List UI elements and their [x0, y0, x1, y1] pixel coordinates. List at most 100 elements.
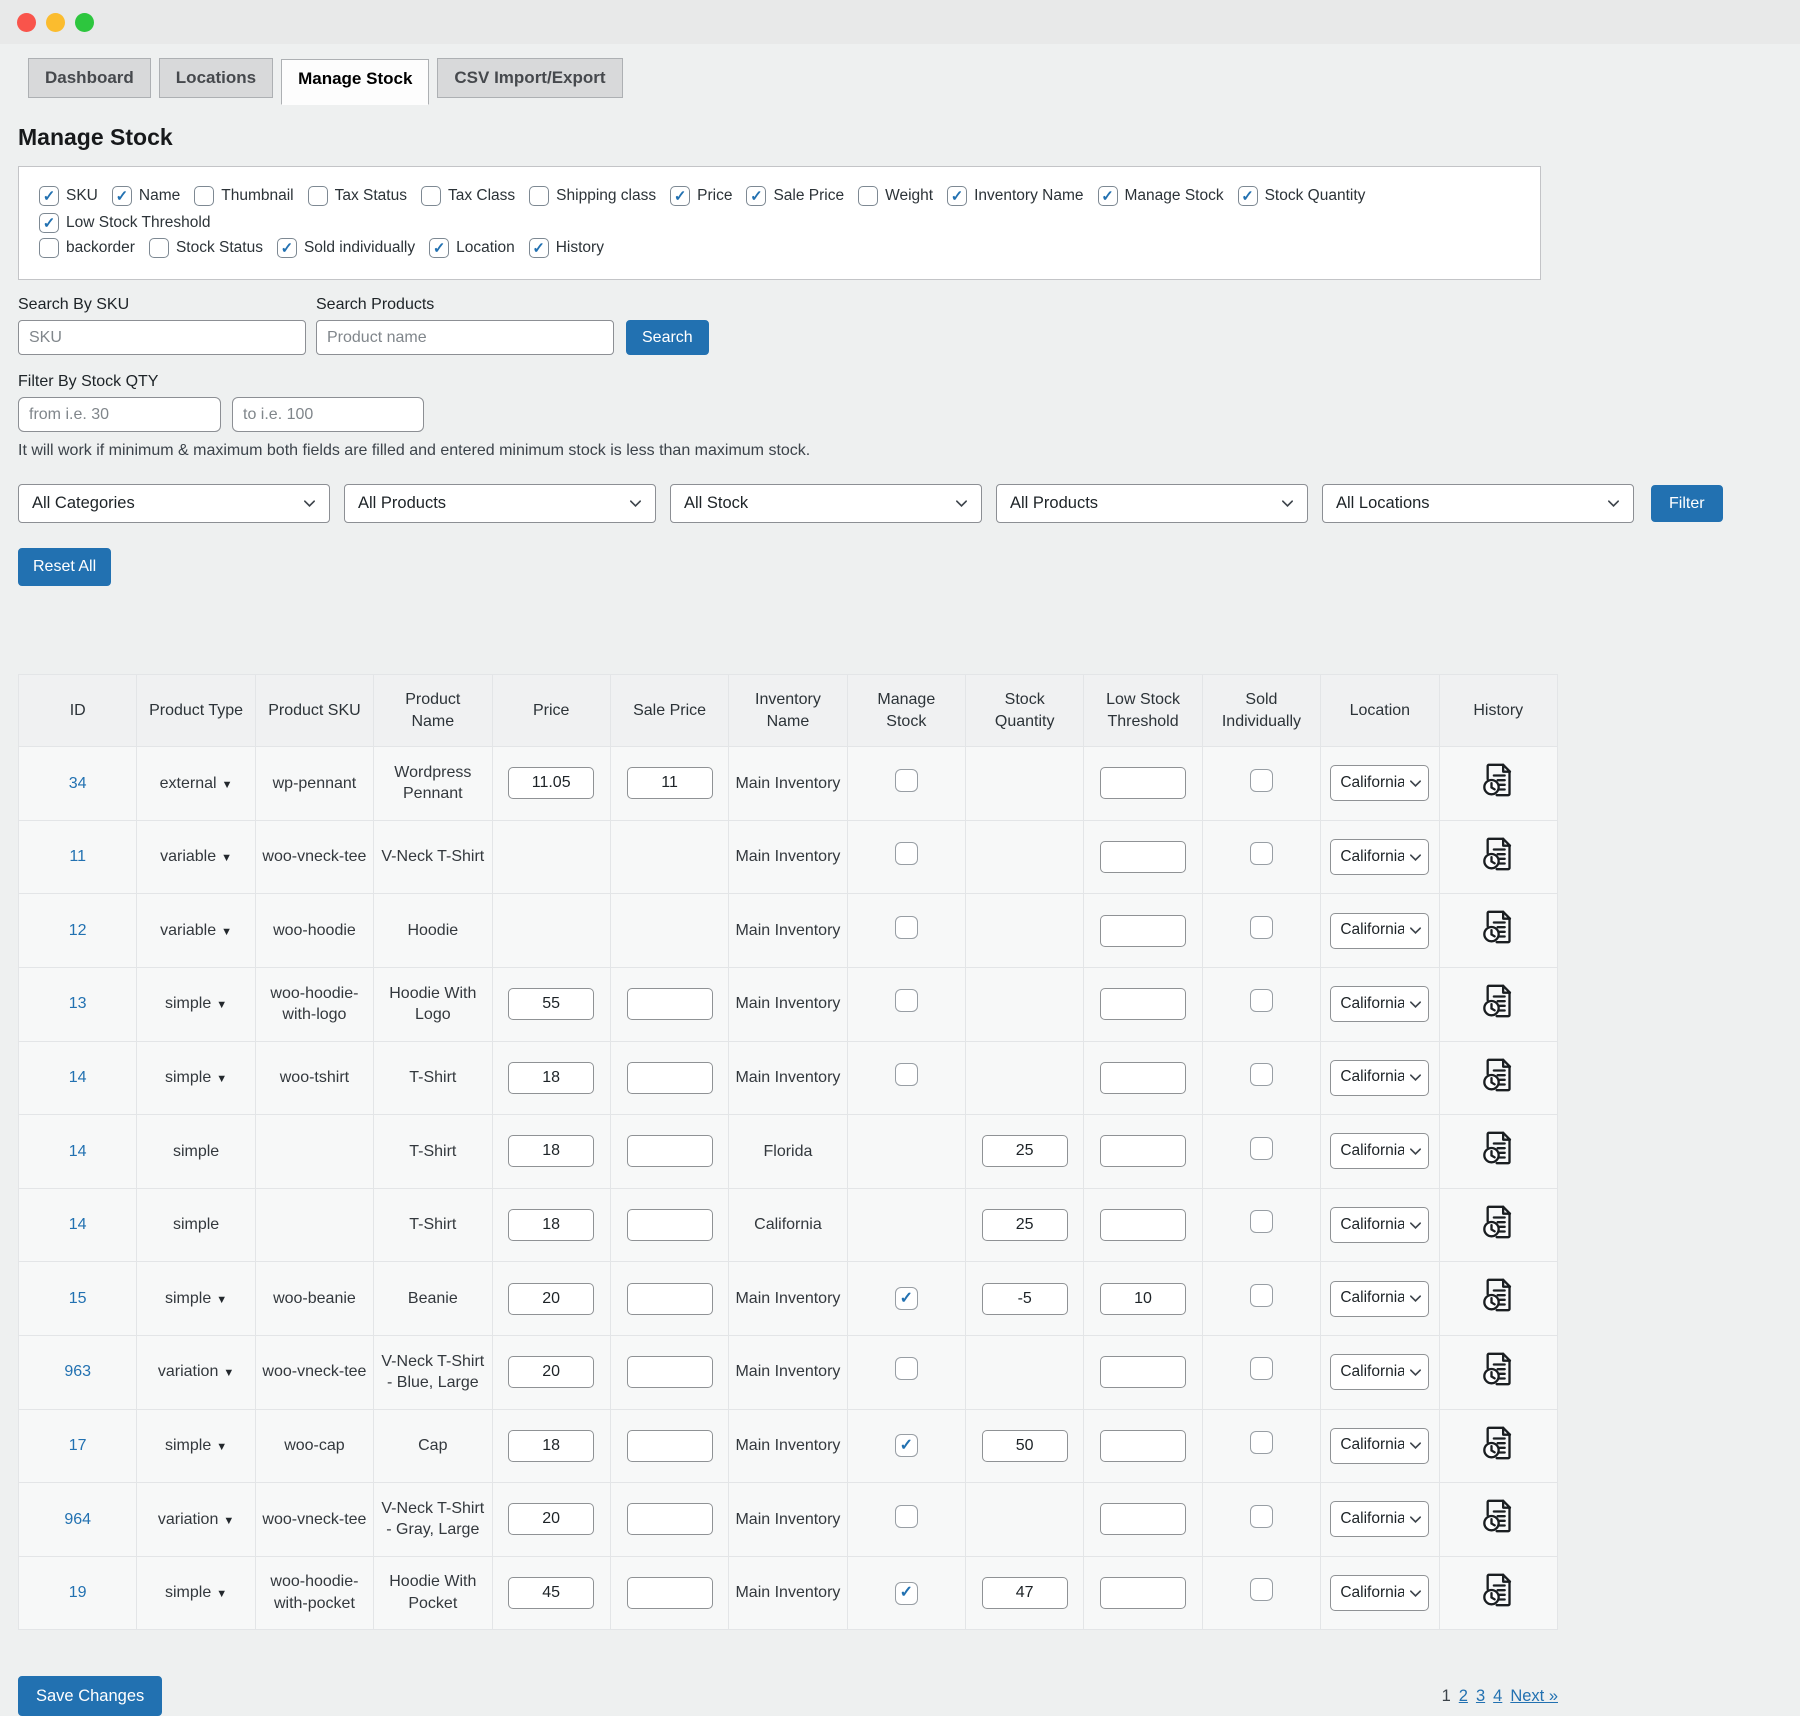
- manage-stock-checkbox-unchecked[interactable]: [895, 1063, 918, 1086]
- sale-price-input[interactable]: [627, 1577, 713, 1609]
- sold-individually-checkbox-unchecked[interactable]: [1250, 916, 1273, 939]
- window-zoom-button[interactable]: [75, 13, 94, 32]
- checkbox-checked[interactable]: [429, 238, 449, 258]
- location-select[interactable]: California: [1330, 986, 1429, 1022]
- checkbox-checked[interactable]: [39, 213, 59, 233]
- filter-button[interactable]: Filter: [1651, 485, 1723, 522]
- product-id-link[interactable]: 14: [69, 1216, 87, 1233]
- column-toggle-sale-price[interactable]: Sale Price: [746, 186, 844, 206]
- history-button[interactable]: [1478, 1349, 1518, 1389]
- sold-individually-checkbox-unchecked[interactable]: [1250, 769, 1273, 792]
- price-input[interactable]: [508, 988, 594, 1020]
- column-toggle-price[interactable]: Price: [670, 186, 732, 206]
- history-button[interactable]: [1478, 1202, 1518, 1242]
- sale-price-input[interactable]: [627, 1430, 713, 1462]
- sale-price-input[interactable]: [627, 1503, 713, 1535]
- manage-stock-checkbox-unchecked[interactable]: [895, 1357, 918, 1380]
- location-select[interactable]: California: [1330, 1060, 1429, 1096]
- search-sku-input[interactable]: [18, 320, 306, 355]
- checkbox-unchecked[interactable]: [149, 238, 169, 258]
- location-select[interactable]: California: [1330, 1133, 1429, 1169]
- low-stock-threshold-input[interactable]: [1100, 767, 1186, 799]
- sale-price-input[interactable]: [627, 1062, 713, 1094]
- history-button[interactable]: [1478, 981, 1518, 1021]
- sold-individually-checkbox-unchecked[interactable]: [1250, 1505, 1273, 1528]
- stock-quantity-input[interactable]: [982, 1209, 1068, 1241]
- window-minimize-button[interactable]: [46, 13, 65, 32]
- manage-stock-checkbox-checked[interactable]: [895, 1582, 918, 1605]
- checkbox-checked[interactable]: [277, 238, 297, 258]
- manage-stock-checkbox-unchecked[interactable]: [895, 769, 918, 792]
- search-button[interactable]: Search: [626, 320, 709, 355]
- column-toggle-stock-quantity[interactable]: Stock Quantity: [1238, 186, 1366, 206]
- checkbox-checked[interactable]: [670, 186, 690, 206]
- location-select[interactable]: California: [1330, 1354, 1429, 1390]
- pagination-next-link[interactable]: Next »: [1510, 1687, 1558, 1706]
- sold-individually-checkbox-unchecked[interactable]: [1250, 842, 1273, 865]
- low-stock-threshold-input[interactable]: [1100, 915, 1186, 947]
- sold-individually-checkbox-unchecked[interactable]: [1250, 1357, 1273, 1380]
- sold-individually-checkbox-unchecked[interactable]: [1250, 1137, 1273, 1160]
- stock-quantity-input[interactable]: [982, 1283, 1068, 1315]
- product-id-link[interactable]: 15: [69, 1290, 87, 1307]
- history-button[interactable]: [1478, 1055, 1518, 1095]
- sold-individually-checkbox-unchecked[interactable]: [1250, 1284, 1273, 1307]
- location-select[interactable]: California: [1330, 765, 1429, 801]
- all-stock-select-3[interactable]: All Stock: [670, 484, 982, 523]
- reset-all-button[interactable]: Reset All: [18, 548, 111, 586]
- sold-individually-checkbox-unchecked[interactable]: [1250, 1578, 1273, 1601]
- window-close-button[interactable]: [17, 13, 36, 32]
- stock-quantity-input[interactable]: [982, 1135, 1068, 1167]
- column-toggle-weight[interactable]: Weight: [858, 186, 933, 206]
- pagination-page-link[interactable]: 2: [1459, 1687, 1468, 1706]
- price-input[interactable]: [508, 1209, 594, 1241]
- location-select[interactable]: California: [1330, 839, 1429, 875]
- tab-manage-stock[interactable]: Manage Stock: [281, 59, 429, 105]
- checkbox-checked[interactable]: [746, 186, 766, 206]
- checkbox-unchecked[interactable]: [529, 186, 549, 206]
- low-stock-threshold-input[interactable]: [1100, 988, 1186, 1020]
- price-input[interactable]: [508, 1356, 594, 1388]
- expand-variations-icon[interactable]: ▼: [222, 779, 233, 791]
- location-select[interactable]: California: [1330, 1428, 1429, 1464]
- sale-price-input[interactable]: [627, 767, 713, 799]
- checkbox-unchecked[interactable]: [194, 186, 214, 206]
- pagination-page-link[interactable]: 3: [1476, 1687, 1485, 1706]
- column-toggle-sku[interactable]: SKU: [39, 186, 98, 206]
- tab-csv-import-export[interactable]: CSV Import/Export: [437, 58, 622, 98]
- low-stock-threshold-input[interactable]: [1100, 1356, 1186, 1388]
- price-input[interactable]: [508, 1503, 594, 1535]
- save-changes-button[interactable]: Save Changes: [18, 1676, 162, 1716]
- column-toggle-inventory-name[interactable]: Inventory Name: [947, 186, 1083, 206]
- product-id-link[interactable]: 11: [69, 848, 86, 865]
- column-toggle-tax-status[interactable]: Tax Status: [308, 186, 407, 206]
- expand-variations-icon[interactable]: ▼: [216, 1588, 227, 1600]
- manage-stock-checkbox-unchecked[interactable]: [895, 989, 918, 1012]
- expand-variations-icon[interactable]: ▼: [223, 1515, 234, 1527]
- manage-stock-checkbox-unchecked[interactable]: [895, 1505, 918, 1528]
- sold-individually-checkbox-unchecked[interactable]: [1250, 989, 1273, 1012]
- column-toggle-thumbnail[interactable]: Thumbnail: [194, 186, 293, 206]
- price-input[interactable]: [508, 1283, 594, 1315]
- product-id-link[interactable]: 17: [69, 1437, 87, 1454]
- column-toggle-tax-class[interactable]: Tax Class: [421, 186, 515, 206]
- low-stock-threshold-input[interactable]: [1100, 841, 1186, 873]
- sold-individually-checkbox-unchecked[interactable]: [1250, 1431, 1273, 1454]
- sold-individually-checkbox-unchecked[interactable]: [1250, 1210, 1273, 1233]
- column-toggle-location[interactable]: Location: [429, 238, 515, 258]
- history-button[interactable]: [1478, 1423, 1518, 1463]
- tab-locations[interactable]: Locations: [159, 58, 273, 98]
- stock-quantity-input[interactable]: [982, 1577, 1068, 1609]
- price-input[interactable]: [508, 1062, 594, 1094]
- price-input[interactable]: [508, 1577, 594, 1609]
- sale-price-input[interactable]: [627, 1356, 713, 1388]
- low-stock-threshold-input[interactable]: [1100, 1062, 1186, 1094]
- history-button[interactable]: [1478, 834, 1518, 874]
- manage-stock-checkbox-unchecked[interactable]: [895, 916, 918, 939]
- column-toggle-history[interactable]: History: [529, 238, 604, 258]
- history-button[interactable]: [1478, 760, 1518, 800]
- low-stock-threshold-input[interactable]: [1100, 1209, 1186, 1241]
- location-select[interactable]: California: [1330, 913, 1429, 949]
- checkbox-checked[interactable]: [1098, 186, 1118, 206]
- all-products-select-4[interactable]: All Products: [996, 484, 1308, 523]
